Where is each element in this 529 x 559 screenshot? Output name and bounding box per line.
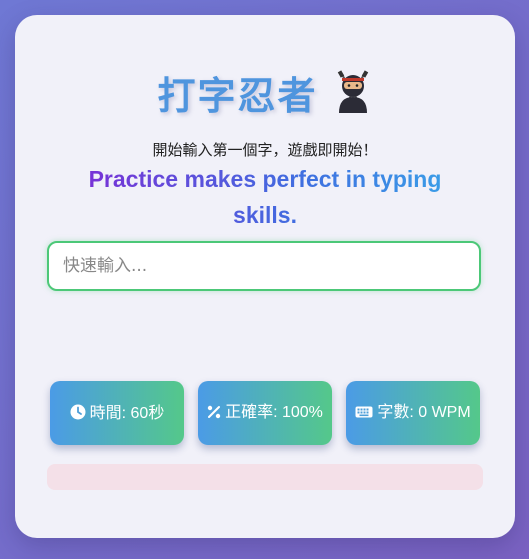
- ninja-icon: [333, 69, 373, 117]
- percent-icon: [207, 405, 221, 419]
- page-title: 打字忍者: [157, 74, 318, 118]
- progress-bar: [47, 464, 483, 490]
- title-row: 打字忍者: [15, 65, 515, 120]
- wpm-stat-label: 字數: 0 WPM: [377, 404, 471, 421]
- instruction-text: 開始輸入第一個字，遊戲即開始！: [152, 141, 378, 159]
- typing-input[interactable]: [49, 243, 479, 289]
- game-card: 打字忍者 開始輸入第一個字，遊戲即開始！ Practice makes perf…: [15, 15, 515, 538]
- keyboard-icon: [355, 406, 373, 418]
- accuracy-stat: 正確率: 100%: [198, 381, 332, 445]
- wpm-stat: 字數: 0 WPM: [346, 381, 480, 445]
- time-stat-label: 時間: 60秒: [89, 404, 165, 422]
- prompt-text: Practice makes perfect in typing skills.: [75, 161, 455, 233]
- typing-input-wrapper: [47, 241, 481, 291]
- time-stat: 時間: 60秒: [50, 381, 184, 445]
- clock-icon: [70, 404, 86, 419]
- accuracy-stat-label: 正確率: 100%: [225, 404, 323, 421]
